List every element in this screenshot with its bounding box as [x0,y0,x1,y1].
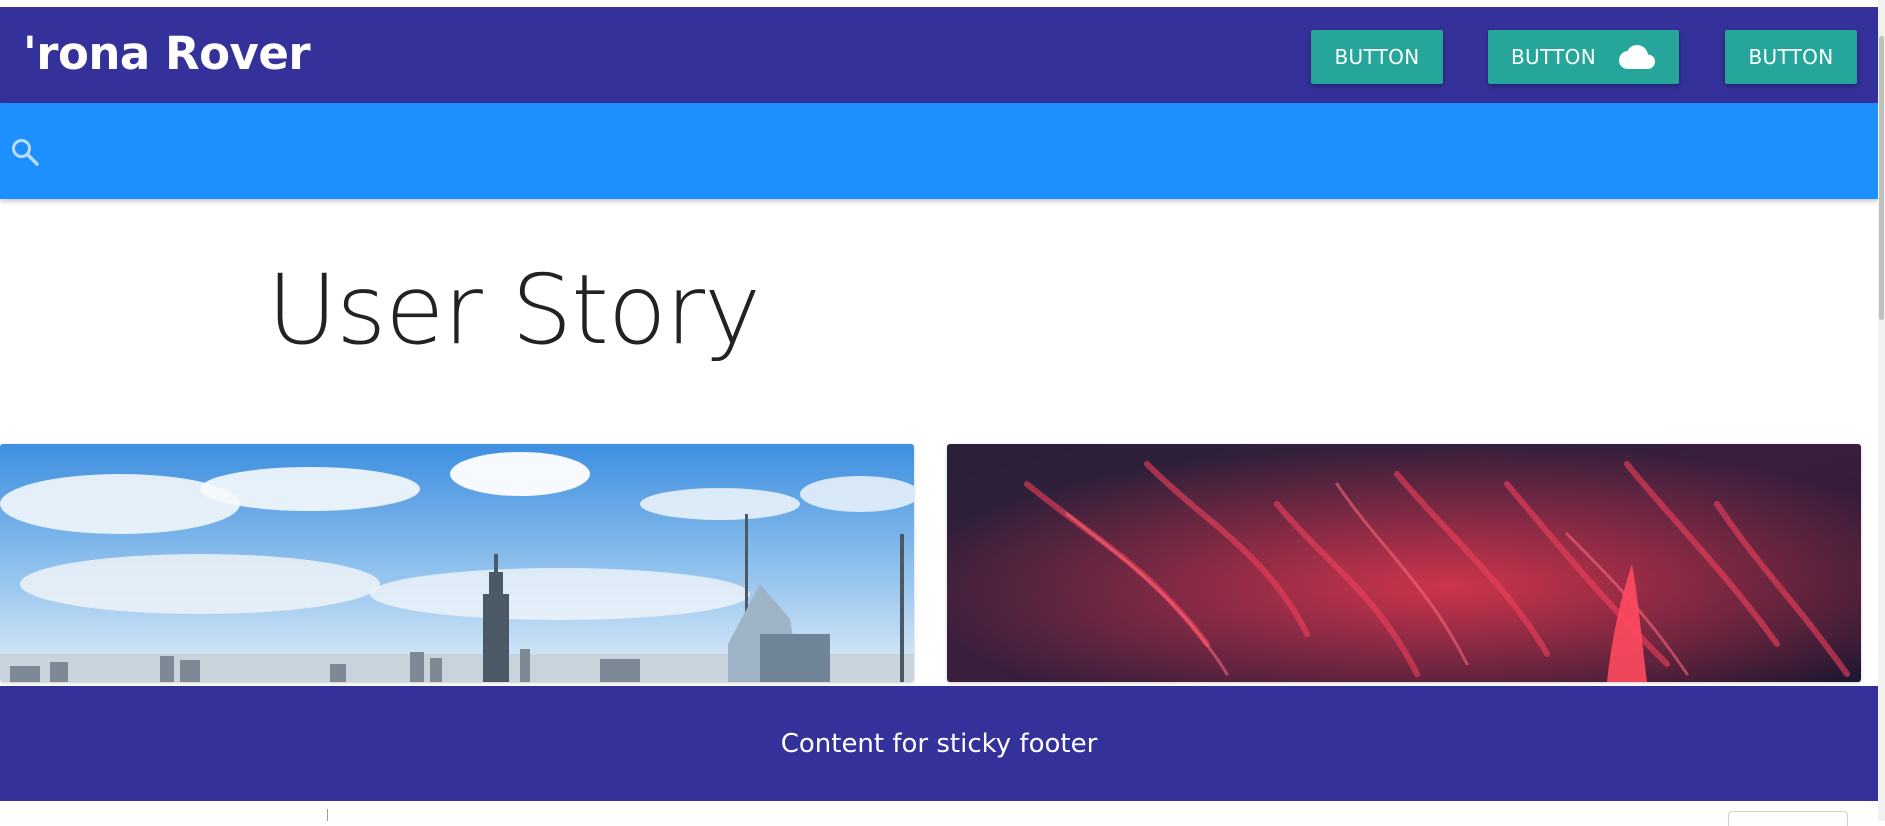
partial-element [1728,811,1848,826]
header-button-3[interactable]: BUTTON [1725,30,1857,84]
story-card[interactable] [947,444,1861,682]
header-button-2-label: BUTTON [1511,45,1596,69]
scrollbar-thumb[interactable] [1879,36,1884,320]
header-button-1-label: BUTTON [1334,45,1420,69]
cloud-icon [1618,44,1656,70]
header-button-1[interactable]: BUTTON [1311,30,1443,84]
brand-title: 'rona Rover [23,27,311,80]
search-icon[interactable] [10,137,40,167]
footer-text: Content for sticky footer [780,728,1098,759]
search-bar[interactable] [0,103,1878,199]
sticky-footer: Content for sticky footer [0,686,1878,801]
divider [327,809,328,821]
city-skyline-image [0,444,914,682]
app-header: 'rona Rover BUTTON BUTTON BUTTON [0,7,1878,103]
header-button-cloud[interactable]: BUTTON [1488,30,1679,84]
story-card[interactable] [0,444,914,682]
red-clouds-image [947,444,1861,682]
page-title: User Story [267,254,761,366]
header-button-3-label: BUTTON [1748,45,1834,69]
scrollbar[interactable] [1878,0,1885,821]
